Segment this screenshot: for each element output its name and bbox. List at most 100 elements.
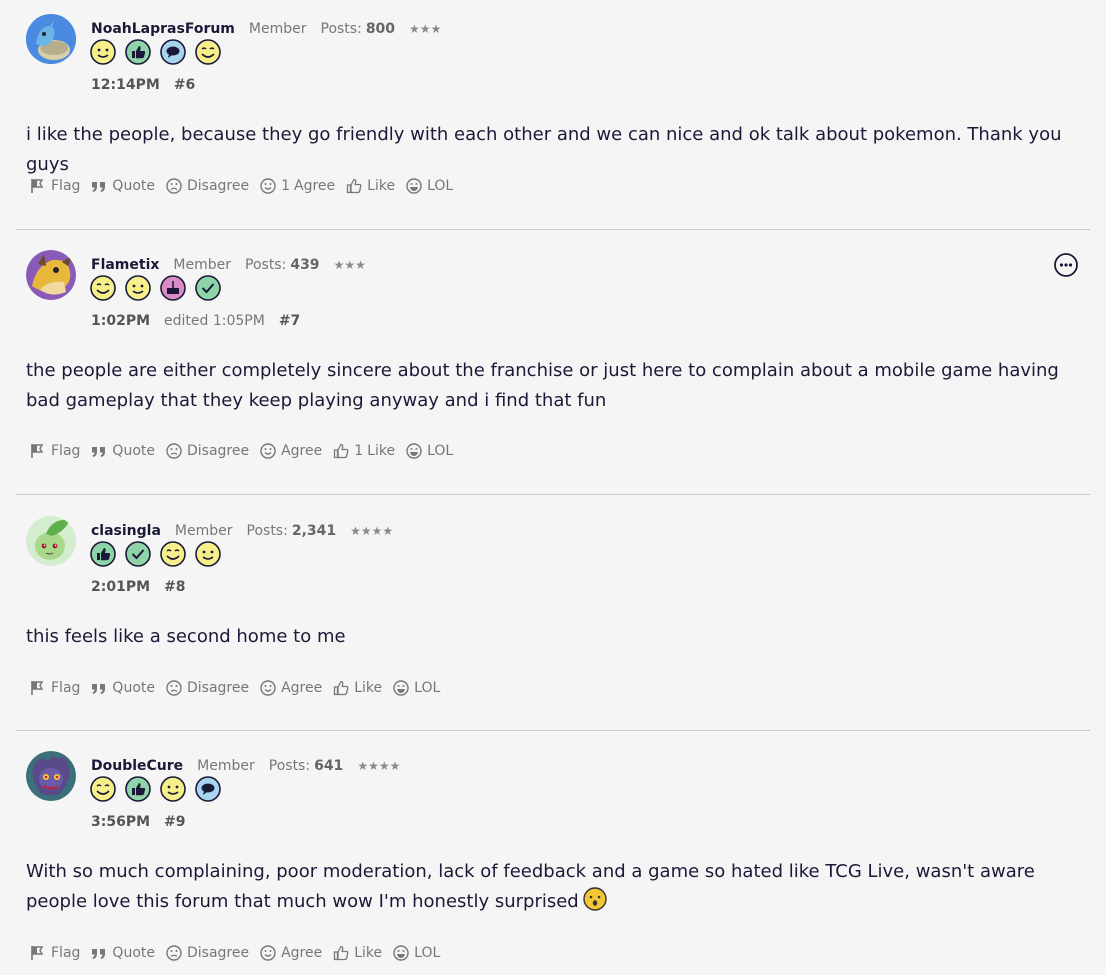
wink-face-badge-icon[interactable] [90,275,116,301]
quote-label: Quote [112,680,155,696]
happy-face-badge-icon[interactable] [160,776,186,802]
avatar[interactable] [26,250,76,300]
thumbs-up-icon [347,178,362,194]
quote-label: Quote [112,945,155,961]
agree-label: Agree [281,443,323,459]
avatar[interactable] [26,14,76,64]
username[interactable]: DoubleCure [91,758,183,774]
quote-button[interactable]: Quote [91,178,155,194]
laugh-icon [393,680,409,696]
rank-stars: ★★★ [333,258,366,272]
agree-button[interactable]: Agree [260,680,322,696]
quote-label: Quote [112,178,155,194]
frown-icon [166,178,182,194]
post-number[interactable]: #6 [174,77,195,93]
agree-button[interactable]: Agree [260,443,322,459]
speech-bubble-badge-icon[interactable] [160,39,186,65]
more-options-icon[interactable] [1053,252,1079,278]
happy-face-badge-icon[interactable] [195,541,221,567]
post-timestamp-line: 12:14PM #6 [91,77,195,93]
disagree-button[interactable]: Disagree [166,945,249,961]
disagree-label: Disagree [186,945,250,961]
post-actions: Flag Quote Disagree Agree Like LOL [30,680,451,696]
rank-stars: ★★★★ [350,524,394,538]
wink-face-badge-icon[interactable] [195,39,221,65]
like-button[interactable]: Like [346,178,395,194]
quote-icon [92,949,106,959]
thumbs-up-badge-icon[interactable] [125,39,151,65]
laugh-icon [406,178,422,194]
smile-icon [260,178,276,194]
disagree-button[interactable]: Disagree [166,178,249,194]
post-actions: Flag Quote Disagree Agree Like LOL [30,945,451,961]
post-time[interactable]: 2:01PM [91,579,150,595]
disagree-button[interactable]: Disagree [166,680,249,696]
avatar[interactable] [26,516,76,566]
post-body: With so much complaining, poor moderatio… [26,857,1086,917]
post-number[interactable]: #9 [164,814,185,830]
like-button[interactable]: Like [333,945,382,961]
happy-face-badge-icon[interactable] [125,275,151,301]
posts-count: 800 [365,21,396,37]
quote-button[interactable]: Quote [91,443,155,459]
user-rank: Member [197,758,255,774]
quote-icon [92,182,106,192]
speech-bubble-badge-icon[interactable] [195,776,221,802]
user-badges [90,776,221,802]
thumbs-up-badge-icon[interactable] [125,776,151,802]
avatar[interactable] [26,751,76,801]
flag-button[interactable]: Flag [30,178,80,194]
happy-face-badge-icon[interactable] [90,39,116,65]
post-time[interactable]: 1:02PM [91,313,150,329]
post-meta: DoubleCure Member Posts: 641 ★★★★ [91,756,400,776]
posts-label: Posts: [246,523,288,539]
post-time[interactable]: 12:14PM [91,77,160,93]
username[interactable]: clasingla [91,523,161,539]
disagree-label: Disagree [186,680,250,696]
agree-button[interactable]: Agree [260,945,322,961]
post-time[interactable]: 3:56PM [91,814,150,830]
post-meta: NoahLaprasForum Member Posts: 800 ★★★ [91,19,441,39]
post-divider [16,494,1090,495]
edited-indicator[interactable]: edited 1:05PM [164,313,265,329]
post: NoahLaprasForum Member Posts: 800 ★★★ 12… [16,14,1090,214]
wink-face-badge-icon[interactable] [160,541,186,567]
like-label: Like [367,178,396,194]
lol-button[interactable]: LOL [393,945,440,961]
username[interactable]: Flametix [91,257,159,273]
post-divider [16,730,1090,731]
post-body: i like the people, because they go frien… [26,124,1062,175]
post-number[interactable]: #8 [164,579,185,595]
quote-button[interactable]: Quote [91,945,155,961]
like-label: Like [367,443,396,459]
flag-icon [31,179,44,193]
lol-button[interactable]: LOL [393,680,440,696]
like-button[interactable]: 1 Like [333,443,395,459]
post-number[interactable]: #7 [279,313,300,329]
wink-face-badge-icon[interactable] [90,776,116,802]
posts-label: Posts: [245,257,287,273]
post-body: the people are either completely sincere… [26,360,1059,411]
agree-label: Agree [281,945,323,961]
lol-button[interactable]: LOL [406,443,453,459]
thumbs-up-icon [334,945,349,961]
thumbs-up-badge-icon[interactable] [90,541,116,567]
user-badges [90,275,221,301]
lol-button[interactable]: LOL [406,178,453,194]
agree-button[interactable]: 1 Agree [260,178,335,194]
disagree-label: Disagree [186,443,250,459]
like-button[interactable]: Like [333,680,382,696]
cake-badge-icon[interactable] [160,275,186,301]
post-meta: clasingla Member Posts: 2,341 ★★★★ [91,521,393,541]
disagree-button[interactable]: Disagree [166,443,249,459]
rank-stars: ★★★ [409,22,442,36]
flag-button[interactable]: Flag [30,680,80,696]
username[interactable]: NoahLaprasForum [91,21,235,37]
flag-button[interactable]: Flag [30,945,80,961]
quote-button[interactable]: Quote [91,680,155,696]
flag-button[interactable]: Flag [30,443,80,459]
quote-label: Quote [112,443,155,459]
user-rank: Member [174,523,233,539]
check-mark-badge-icon[interactable] [125,541,151,567]
check-mark-badge-icon[interactable] [195,275,221,301]
